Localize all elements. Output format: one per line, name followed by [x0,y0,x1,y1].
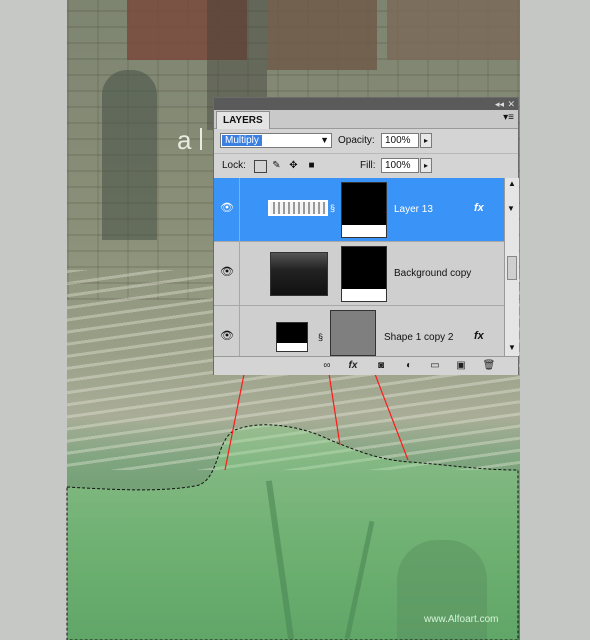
lock-row: Lock: ✎ ✥ ■ Fill: 100% ▸ [214,154,518,179]
mask-thumbnail[interactable] [341,246,387,302]
layer-row-background-copy[interactable]: 👁 Background copy [214,242,504,306]
marching-ants-selection [66,424,519,640]
scrollbar-thumb[interactable] [507,256,517,280]
lock-transparent-icon[interactable] [254,160,267,173]
opacity-slider-arrow[interactable]: ▸ [420,133,432,148]
link-layers-icon[interactable]: ∞ [320,359,334,372]
blend-row: Multiply ▼ Opacity: 100% ▸ [214,129,518,154]
shape-layer-thumbnail[interactable] [276,322,308,352]
layer-name[interactable]: Layer 13 [394,204,433,215]
mask-white-region [342,225,386,237]
layers-panel: ◂◂ ✕ LAYERS ▾≡ Multiply ▼ Opacity: 100% … [213,97,519,375]
layer-name[interactable]: Background copy [394,268,471,279]
lock-all-icon[interactable]: ■ [306,160,317,171]
panel-bottom-bar: ∞ fx ◙ ◐ ▭ ▣ 🗑 [214,356,518,375]
blend-mode-select[interactable]: Multiply ▼ [220,133,332,148]
layer-scrollbar[interactable]: ▲ ▼ ▼ [504,178,519,356]
blend-mode-value: Multiply [222,135,262,146]
fx-badge[interactable]: fx [474,330,484,342]
shape-indicator [277,343,307,351]
layer-row-shape-1-copy-2[interactable]: 👁 § Shape 1 copy 2 fx [214,306,504,356]
close-icon[interactable]: ✕ [507,98,515,110]
scroll-down-icon[interactable]: ▼ [505,342,519,354]
fx-icon[interactable]: fx [346,359,360,372]
visibility-column: 👁 [214,242,240,305]
eye-icon[interactable]: 👁 [220,202,234,214]
opacity-input[interactable]: 100% [381,133,419,148]
new-group-icon[interactable]: ▭ [428,359,442,372]
panel-titlebar[interactable]: ◂◂ ✕ [214,98,518,110]
lock-position-icon[interactable]: ✥ [288,160,299,171]
eye-icon[interactable]: 👁 [220,266,234,278]
fx-badge[interactable]: fx [474,202,484,214]
tab-layers[interactable]: LAYERS [216,111,270,129]
mask-white-region [342,289,386,301]
eye-icon[interactable]: 👁 [220,330,234,342]
vector-mask-thumbnail[interactable] [330,310,376,356]
adjustment-layer-icon[interactable]: ◐ [402,359,416,372]
opacity-label: Opacity: [338,135,375,146]
add-mask-icon[interactable]: ◙ [374,359,388,372]
trash-icon[interactable]: 🗑 [482,359,496,372]
double-arrow-icon[interactable]: ◂◂ [495,98,504,110]
layer-options-arrow-icon[interactable]: ▼ [507,204,515,213]
layer-thumbnail[interactable] [270,252,328,296]
layer-row-layer-13[interactable]: 👁 § Layer 13 fx [214,178,504,242]
visibility-column: 👁 [214,306,240,356]
layer-thumbnail[interactable] [268,200,328,216]
fill-slider-arrow[interactable]: ▸ [420,158,432,173]
fill-label: Fill: [360,160,376,171]
visibility-column: 👁 [214,178,240,241]
chain-link-icon[interactable]: § [318,332,323,342]
layer-list[interactable]: 👁 § Layer 13 fx 👁 Background copy 👁 § Sh… [214,178,504,356]
panel-menu-icon[interactable]: ▾≡ [503,112,514,123]
new-layer-icon[interactable]: ▣ [454,359,468,372]
fill-input[interactable]: 100% [381,158,419,173]
layer-name[interactable]: Shape 1 copy 2 [384,332,454,343]
chevron-down-icon: ▼ [320,135,329,145]
chain-link-icon[interactable]: § [330,203,335,213]
lock-label: Lock: [222,160,246,171]
scroll-up-icon[interactable]: ▲ [505,178,519,190]
lock-image-icon[interactable]: ✎ [271,160,282,171]
panel-tabrow: LAYERS ▾≡ [214,110,518,129]
mask-thumbnail[interactable] [341,182,387,238]
